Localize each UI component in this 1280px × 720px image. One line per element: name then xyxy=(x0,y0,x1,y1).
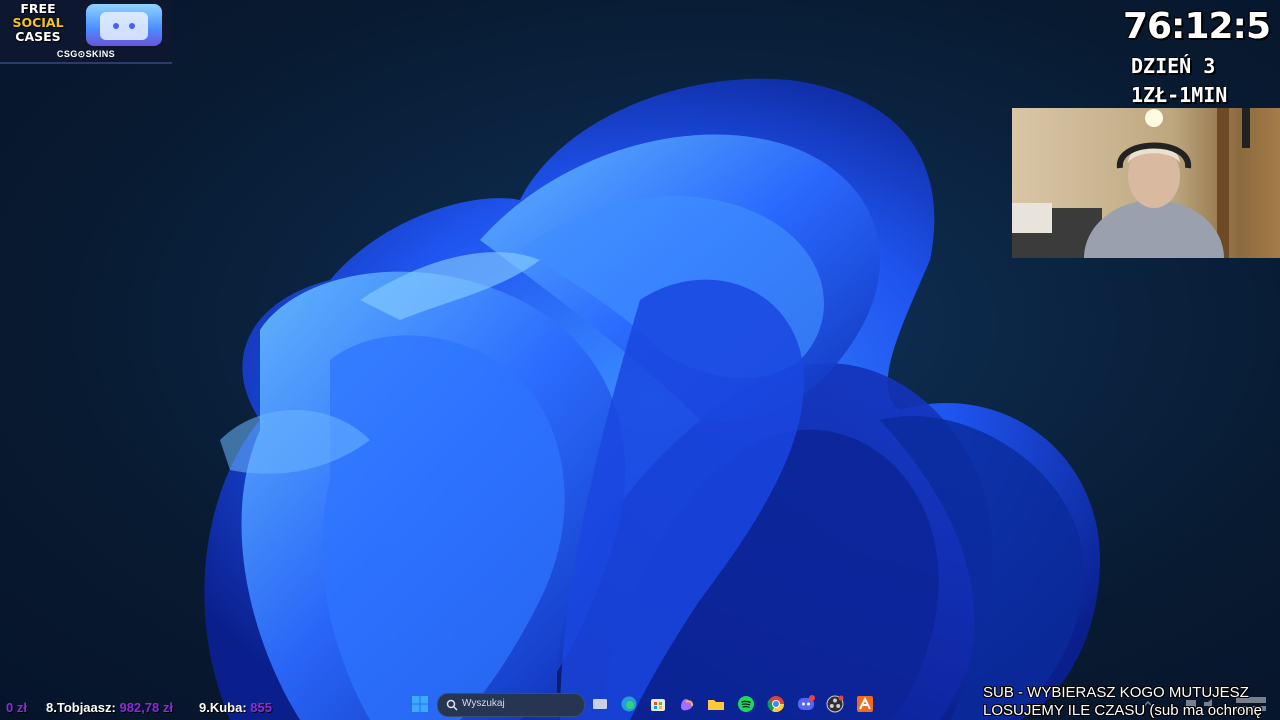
folder-icon[interactable] xyxy=(707,695,725,713)
leaderboard-amount: 982,78 zł xyxy=(119,700,173,715)
promo-title: FREE SOCIAL CASES xyxy=(6,2,70,44)
promo-banner: FREE SOCIAL CASES CSG⊙SKINS xyxy=(0,0,172,64)
leaderboard-amount: 855 xyxy=(250,700,272,715)
leaderboard-name: 9.Kuba: xyxy=(199,700,247,715)
leaderboard-amount: 0 zł xyxy=(6,700,27,715)
copilot-icon[interactable] xyxy=(678,695,696,713)
spotify-icon[interactable] xyxy=(737,695,755,713)
promo-title-line: CASES xyxy=(15,29,61,44)
stream-notice: SUB - WYBIERASZ KOGO MUTUJESZ LOSUJEMY I… xyxy=(983,684,1262,720)
discord-icon[interactable] xyxy=(797,695,815,713)
promo-case-image xyxy=(86,4,162,46)
discord-case-icon xyxy=(100,12,148,40)
taskbar-search[interactable]: Wyszukaj xyxy=(437,693,585,717)
app-icon[interactable] xyxy=(856,695,874,713)
store-icon[interactable] xyxy=(649,695,667,713)
search-icon xyxy=(446,699,458,711)
obs-icon[interactable] xyxy=(826,695,844,713)
leaderboard-entry: 9.Kuba: 855 xyxy=(199,700,272,715)
windows-start-icon[interactable] xyxy=(411,695,429,713)
rate-label: 1ZŁ-1MIN xyxy=(1131,83,1228,107)
task-view-icon[interactable] xyxy=(591,695,609,713)
day-label: DZIEŃ 3 xyxy=(1131,54,1216,78)
promo-title-line: SOCIAL xyxy=(12,15,64,30)
leaderboard-entry: 8.Tobjaasz: 982,78 zł xyxy=(46,700,173,715)
search-placeholder: Wyszukaj xyxy=(462,698,505,709)
stream-timer: 76:12:5 xyxy=(1122,6,1271,47)
promo-brand: CSG⊙SKINS xyxy=(56,49,116,59)
chrome-icon[interactable] xyxy=(767,695,785,713)
edge-icon[interactable] xyxy=(620,695,638,713)
webcam-feed xyxy=(1012,108,1280,258)
leaderboard-entry: 0 zł xyxy=(6,700,27,715)
promo-title-line: FREE xyxy=(20,1,56,16)
leaderboard-name: 8.Tobjaasz: xyxy=(46,700,116,715)
notice-line: SUB - WYBIERASZ KOGO MUTUJESZ xyxy=(983,684,1249,701)
notice-line: LOSUJEMY ILE CZASU (sub ma ochronę xyxy=(983,702,1262,719)
webcam-person xyxy=(1012,108,1250,258)
